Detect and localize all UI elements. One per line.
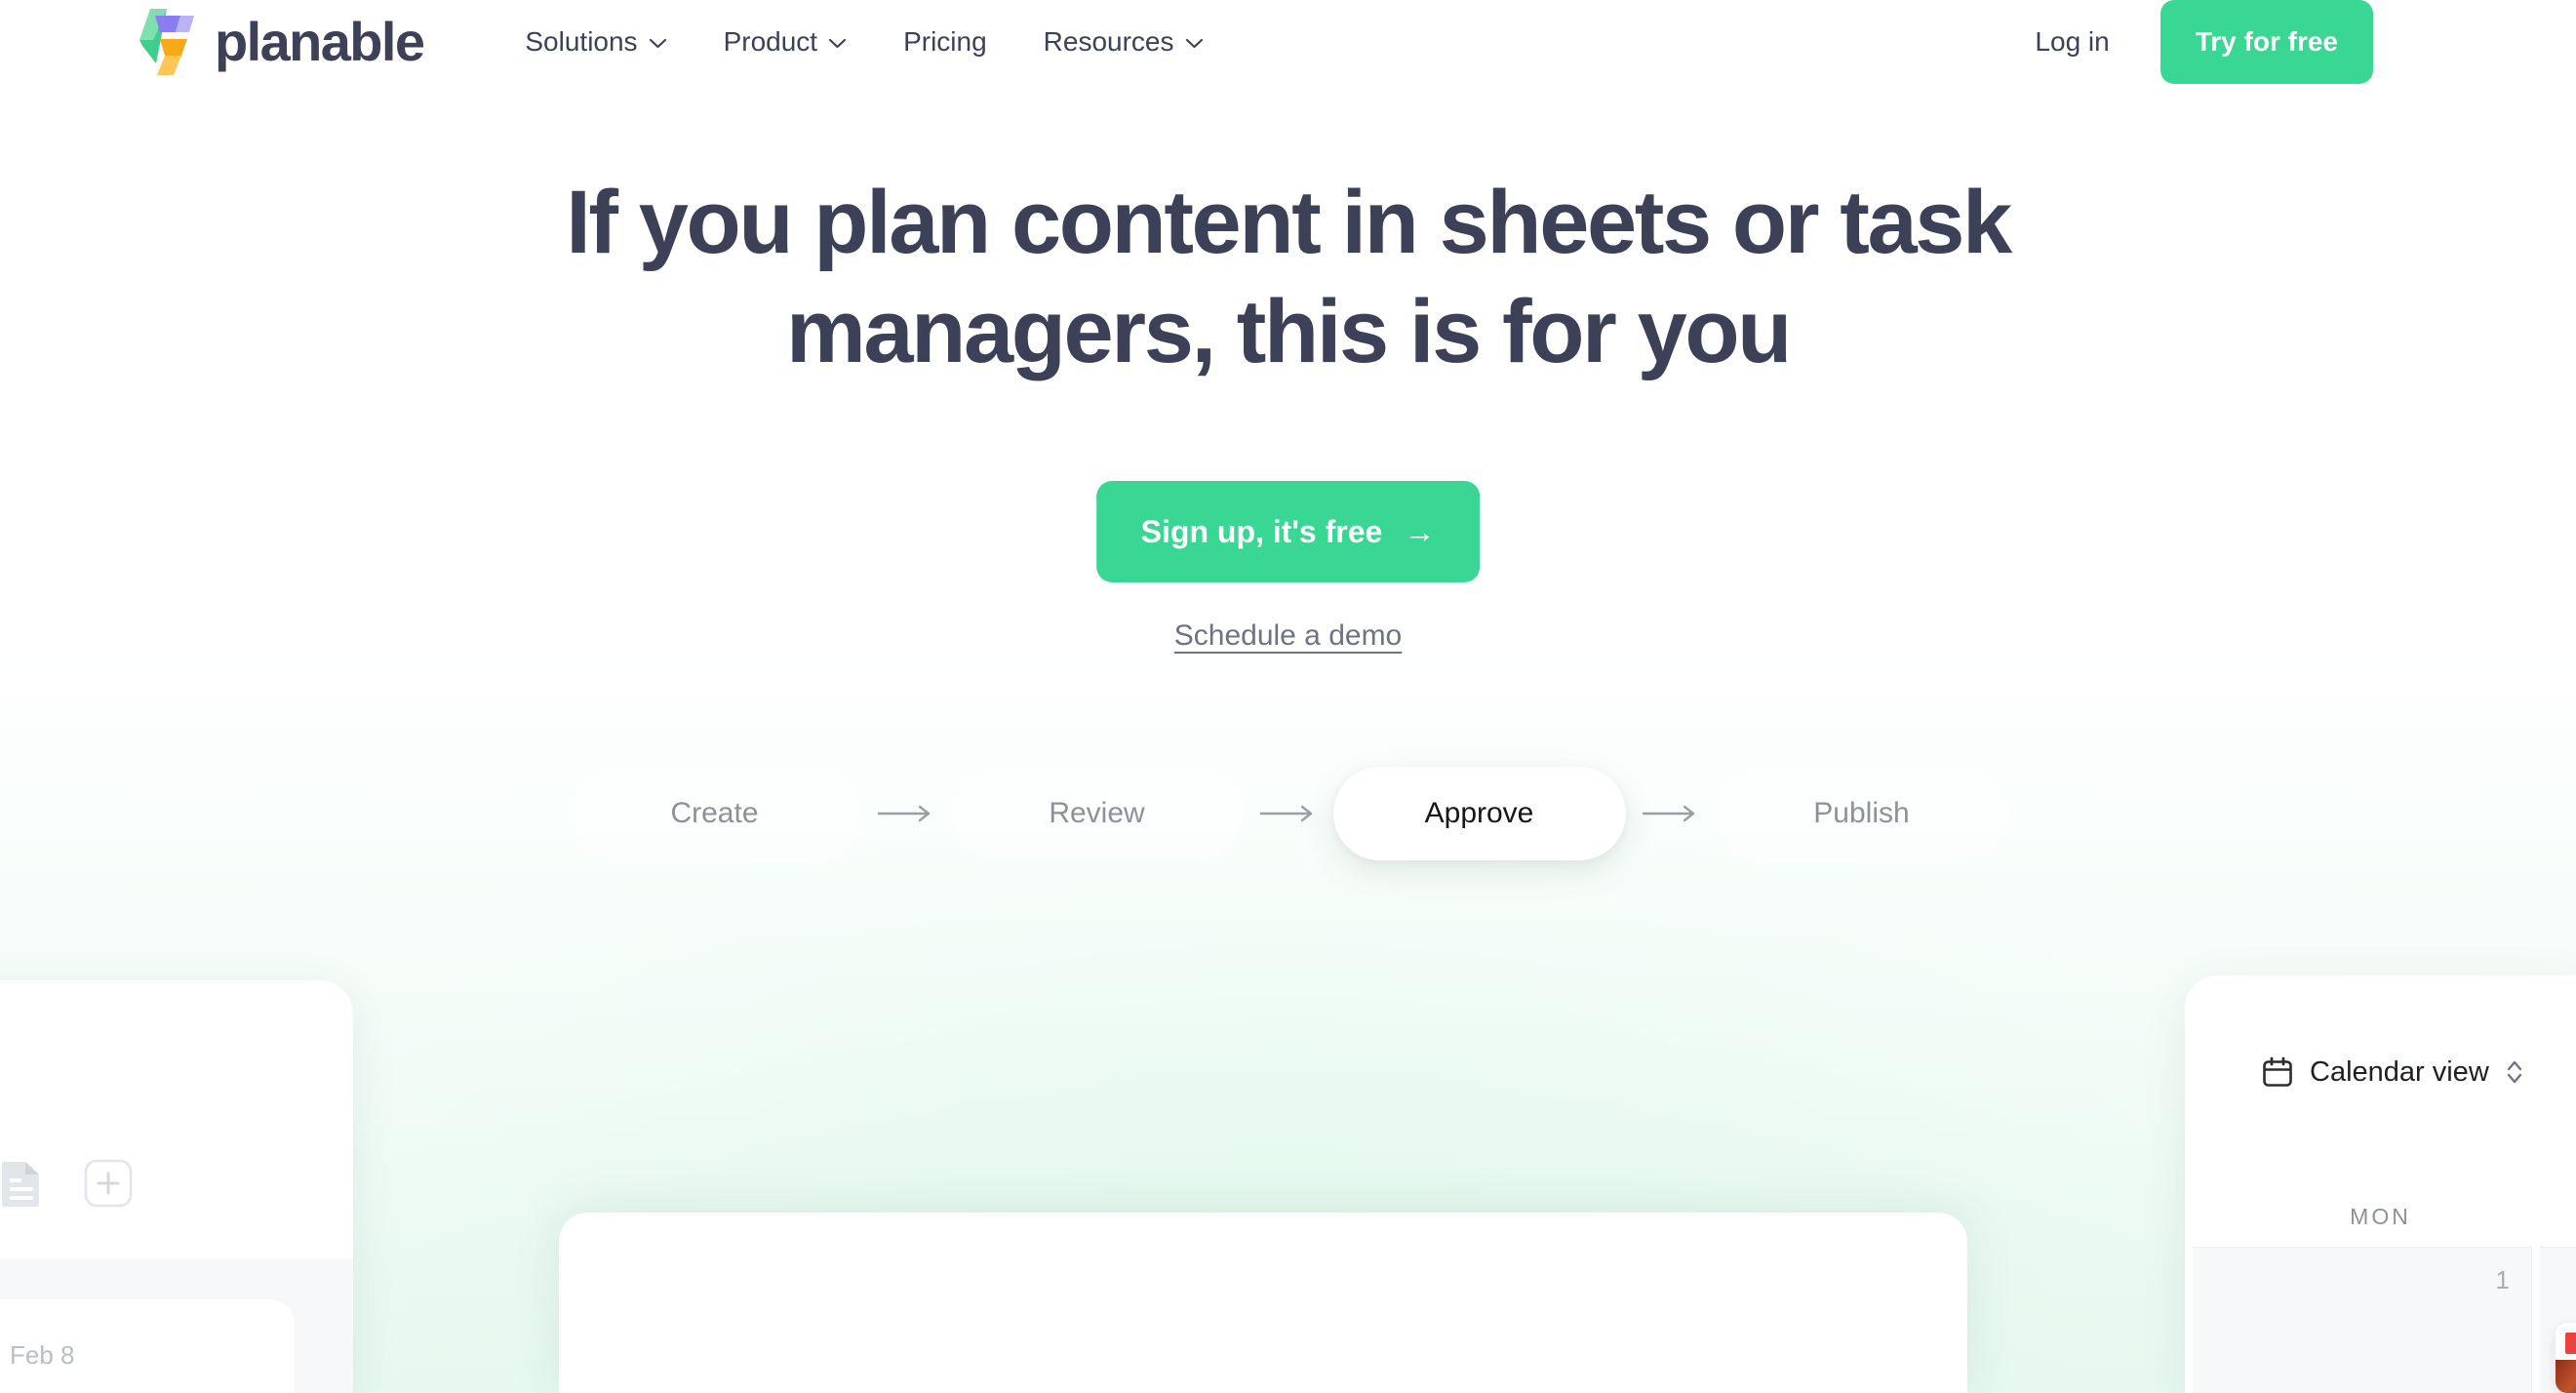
left-panel-date-label: Feb 8	[10, 1340, 75, 1370]
calendar-view-label: Calendar view	[2310, 1055, 2489, 1088]
chevron-down-icon	[1185, 38, 1203, 49]
right-calendar-panel: Calendar view MON 1	[2185, 975, 2576, 1393]
document-icon[interactable]	[0, 1159, 43, 1208]
left-panel-day-card[interactable]: Feb 8	[0, 1299, 295, 1393]
page-title: If you plan content in sheets or task ma…	[566, 173, 2012, 382]
nav-item-solutions[interactable]: Solutions	[525, 28, 666, 56]
calendar-day-header: MON	[2185, 1186, 2576, 1247]
header-actions: Log in Try for free	[2035, 0, 2373, 84]
post-accent-bar	[2565, 1333, 2576, 1354]
nav-item-resources[interactable]: Resources	[1044, 28, 1204, 56]
calendar-day-of-week: MON	[2350, 1203, 2411, 1229]
workflow-arrow	[1244, 804, 1333, 823]
calendar-day-cell[interactable]: 1	[2193, 1247, 2532, 1393]
nav-item-label: Pricing	[903, 26, 987, 57]
calendar-view-selector[interactable]: Calendar view	[2261, 1055, 2524, 1089]
calendar-icon	[2263, 1056, 2292, 1087]
chevron-down-icon	[828, 38, 847, 49]
workflow-step-label: Create	[670, 797, 759, 829]
try-for-free-button[interactable]: Try for free	[2160, 0, 2373, 84]
nav-item-product[interactable]: Product	[724, 28, 848, 56]
arrow-right-icon: →	[1404, 514, 1436, 549]
workflow-steps: Create Review Approve Publish	[568, 767, 2008, 860]
workflow-step-approve[interactable]: Approve	[1332, 767, 1626, 860]
signup-button-label: Sign up, it's free	[1140, 513, 1383, 549]
chevron-up-down-icon	[2507, 1060, 2521, 1084]
primary-navigation: Solutions Product Pricing Resources	[525, 28, 1203, 56]
arrow-right-icon	[877, 805, 930, 822]
workflow-step-label: Publish	[1813, 797, 1910, 829]
nav-item-pricing[interactable]: Pricing	[903, 28, 987, 56]
workflow-step-publish[interactable]: Publish	[1715, 767, 2008, 860]
planable-ribbon-logo-icon	[139, 9, 194, 75]
plus-icon[interactable]	[84, 1159, 133, 1208]
login-link[interactable]: Log in	[2035, 26, 2109, 58]
left-panel-toolbar	[0, 1159, 133, 1208]
brand-wordmark: planable	[215, 11, 425, 72]
nav-item-label: Solutions	[525, 26, 638, 57]
workflow-arrow	[1626, 804, 1716, 823]
chevron-down-icon	[649, 38, 666, 49]
workflow-step-label: Review	[1049, 797, 1145, 829]
calendar-post-card[interactable]	[2556, 1323, 2576, 1393]
schedule-demo-link[interactable]: Schedule a demo	[1174, 619, 1403, 653]
workflow-step-label: Approve	[1424, 797, 1534, 829]
arrow-right-icon	[1642, 805, 1694, 822]
center-preview-card[interactable]	[559, 1213, 1967, 1393]
workflow-step-review[interactable]: Review	[950, 767, 1244, 860]
site-header: planable Solutions Product Pricing Resou…	[0, 0, 2576, 84]
arrow-right-icon	[1259, 805, 1312, 822]
left-app-panel: Feb 8	[0, 980, 353, 1393]
nav-item-label: Resources	[1043, 26, 1174, 57]
signup-button[interactable]: Sign up, it's free →	[1095, 481, 1481, 582]
post-thumbnail	[2556, 1360, 2576, 1393]
workflow-arrow	[861, 804, 951, 823]
calendar-day-number: 1	[2495, 1265, 2510, 1294]
workflow-step-create[interactable]: Create	[568, 767, 861, 860]
brand-logo-link[interactable]: planable	[137, 7, 425, 77]
nav-item-label: Product	[723, 26, 818, 57]
